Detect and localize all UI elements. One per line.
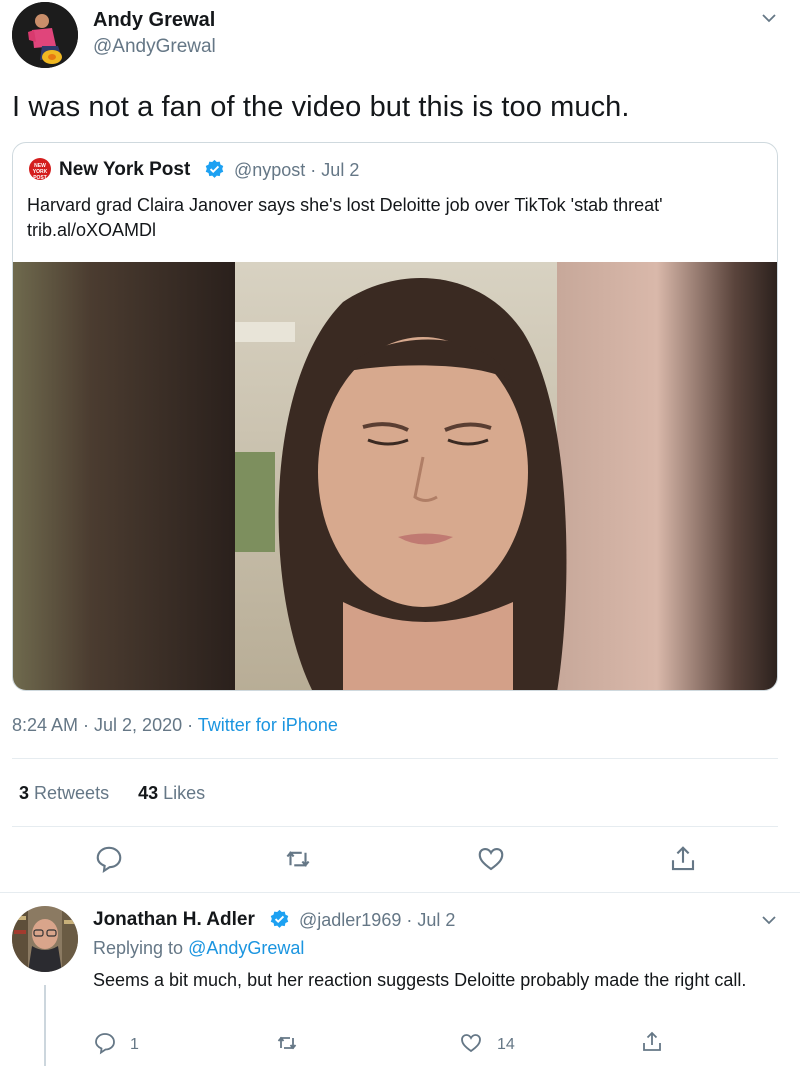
replying-to: Replying to @AndyGrewal: [93, 938, 304, 959]
quoted-tweet-card[interactable]: NEW YORK POST New York Post @nypost · Ju…: [12, 142, 778, 691]
share-icon[interactable]: [640, 1030, 664, 1054]
divider: [12, 826, 778, 827]
reply-text: Seems a bit much, but her reaction sugge…: [93, 970, 747, 990]
likes-stat[interactable]: 43 Likes: [138, 783, 205, 803]
author-name[interactable]: Andy Grewal: [93, 9, 215, 32]
thread-line: [44, 985, 46, 1066]
quoted-tweet-text: Harvard grad Claira Janover says she's l…: [27, 193, 767, 243]
video-thumbnail[interactable]: [13, 262, 778, 691]
retweets-stat[interactable]: 3 Retweets: [19, 783, 109, 803]
like-count: 14: [497, 1036, 515, 1053]
tweet-timestamp[interactable]: 8:24 AM · Jul 2, 2020 ·: [12, 715, 193, 735]
tweet-separator: [0, 892, 800, 893]
verified-badge-icon: [270, 909, 289, 928]
verified-badge-icon: [205, 159, 224, 178]
author-handle[interactable]: @AndyGrewal: [93, 36, 216, 58]
chevron-down-icon[interactable]: [761, 912, 777, 928]
quoted-author-name[interactable]: New York Post: [59, 159, 190, 181]
replying-to-label: Replying to: [93, 938, 184, 958]
reply-author-name[interactable]: Jonathan H. Adler: [93, 909, 255, 931]
reply-icon[interactable]: [94, 844, 124, 874]
reply-icon[interactable]: [93, 1031, 117, 1055]
tweet-text: I was not a fan of the video but this is…: [12, 91, 630, 123]
share-icon[interactable]: [668, 844, 698, 874]
reply-author-avatar[interactable]: [12, 906, 78, 972]
reply-author-handle[interactable]: @jadler1969 · Jul 2: [299, 910, 455, 931]
quoted-author-handle[interactable]: @nypost · Jul 2: [234, 160, 359, 181]
likes-count: 43: [138, 783, 159, 803]
like-icon[interactable]: [476, 844, 506, 874]
divider: [12, 758, 778, 759]
like-icon[interactable]: [459, 1031, 483, 1055]
nypost-avatar: NEW YORK POST: [29, 158, 51, 180]
retweets-count: 3: [19, 783, 30, 803]
author-avatar[interactable]: [12, 2, 78, 68]
quoted-tweet-link[interactable]: trib.al/oXOAMDl: [27, 218, 767, 243]
quoted-tweet-line: Harvard grad Claira Janover says she's l…: [27, 195, 663, 215]
chevron-down-icon[interactable]: [761, 10, 777, 26]
replying-to-handle[interactable]: @AndyGrewal: [188, 938, 304, 958]
likes-label: Likes: [163, 783, 206, 803]
retweet-icon[interactable]: [275, 1031, 299, 1055]
retweet-icon[interactable]: [283, 844, 313, 874]
retweets-label: Retweets: [34, 783, 110, 803]
reply-count: 1: [130, 1036, 139, 1053]
tweet-source[interactable]: Twitter for iPhone: [198, 715, 338, 735]
tweet-meta: 8:24 AM · Jul 2, 2020 · Twitter for iPho…: [12, 715, 338, 736]
engagement-counts: 3 Retweets 43 Likes: [19, 783, 205, 804]
